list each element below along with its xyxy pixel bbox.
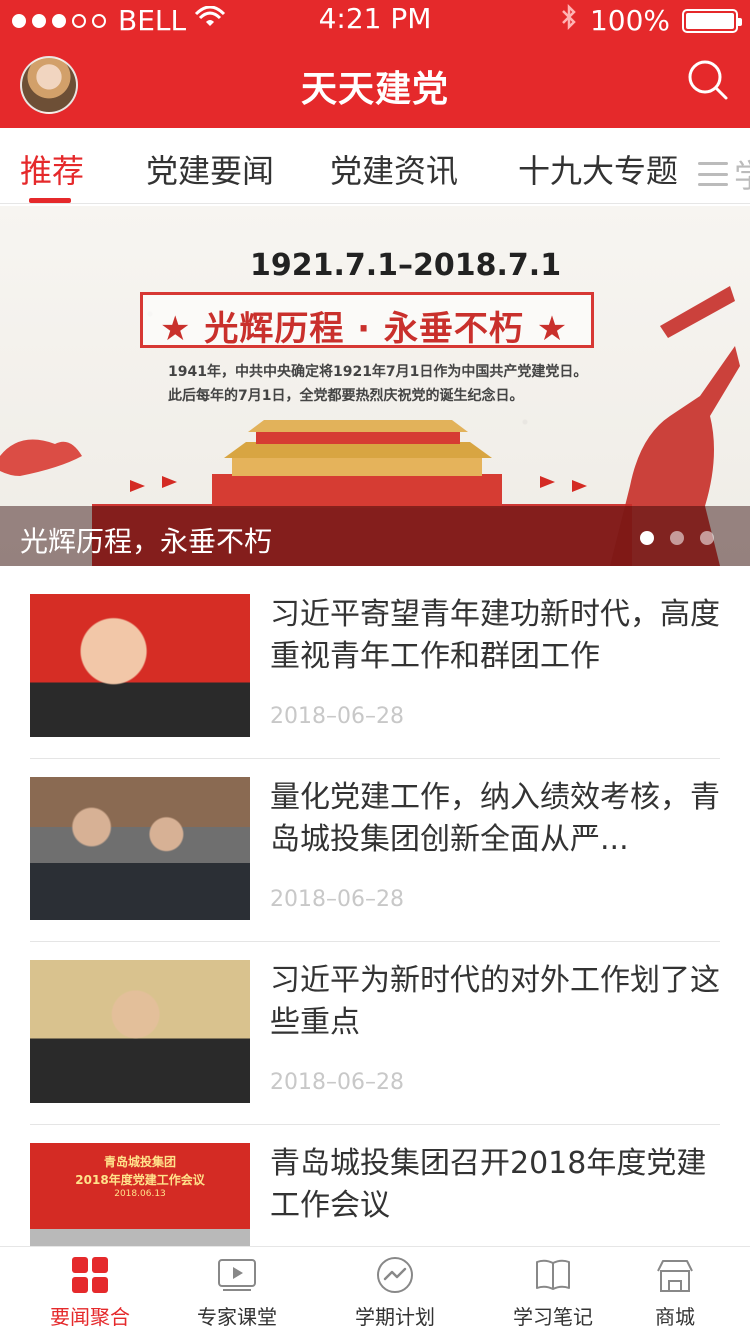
banner-paragraph: 1941年，中共中央确定将1921年7月1日作为中国共产党建党日。此后每年的7月… — [168, 364, 588, 404]
store-icon — [655, 1255, 695, 1295]
news-date: 2018–06–28 — [270, 887, 404, 912]
book-icon — [533, 1255, 573, 1295]
news-headline: 青岛城投集团召开2018年度党建工作会议 — [270, 1146, 707, 1223]
thumb-text-line1: 青岛城投集团 — [103, 1155, 176, 1169]
app-root: BELL 4:21 PM 100% 天天建党 推荐 党建要闻 党建资讯 十九大专… — [0, 0, 750, 1334]
news-item[interactable]: 习近平为新时代的对外工作划了这些重点 2018–06–28 — [30, 942, 720, 1125]
news-feed: 习近平寄望青年建功新时代，高度重视青年工作和群团工作 2018–06–28 量化… — [30, 576, 720, 1308]
news-date: 2018–06–28 — [270, 704, 404, 729]
top-header: BELL 4:21 PM 100% 天天建党 — [0, 0, 750, 128]
status-right: 100% — [560, 3, 742, 38]
menu-icon — [698, 162, 728, 186]
news-headline: 习近平为新时代的对外工作划了这些重点 — [270, 963, 720, 1040]
category-tabs: 推荐 党建要闻 党建资讯 十九大专题 — [0, 128, 750, 204]
tab-study-partial: 学 — [734, 151, 750, 197]
video-icon — [217, 1255, 257, 1295]
tab-party-info[interactable]: 党建资讯 — [330, 146, 458, 192]
pager-dot[interactable] — [670, 531, 684, 545]
news-date: 2018–06–28 — [270, 1070, 404, 1095]
pager-dot[interactable] — [640, 531, 654, 545]
pager-dot[interactable] — [700, 531, 714, 545]
trend-icon — [375, 1255, 415, 1295]
tab-label: 专家课堂 — [197, 1305, 277, 1329]
tab-label: 要闻聚合 — [50, 1305, 130, 1329]
tab-news-aggregate[interactable]: 要闻聚合 — [15, 1247, 165, 1334]
tab-recommended[interactable]: 推荐 — [20, 146, 84, 192]
hero-banner[interactable]: 1921.7.1–2018.7.1 ★ 光辉历程 · 永垂不朽 ★ 1941年，… — [0, 206, 750, 566]
search-icon[interactable] — [686, 58, 730, 102]
tab-label: 学期计划 — [355, 1305, 435, 1329]
tab-expert-class[interactable]: 专家课堂 — [162, 1247, 312, 1334]
banner-date-range: 1921.7.1–2018.7.1 — [250, 248, 562, 283]
news-thumbnail — [30, 777, 250, 920]
news-thumbnail — [30, 594, 250, 737]
tab-19th-congress[interactable]: 十九大专题 — [518, 146, 678, 192]
status-bar: BELL 4:21 PM 100% — [0, 0, 750, 40]
bluetooth-icon — [560, 3, 578, 38]
tab-label: 商城 — [655, 1305, 695, 1329]
news-headline: 量化党建工作，纳入绩效考核，青岛城投集团创新全面从严... — [270, 780, 720, 857]
page-title: 天天建党 — [300, 69, 449, 110]
thumb-text-line3: 2018.06.13 — [114, 1189, 166, 1199]
tab-active-indicator — [29, 198, 71, 203]
tab-party-news[interactable]: 党建要闻 — [146, 146, 274, 192]
news-item[interactable]: 习近平寄望青年建功新时代，高度重视青年工作和群团工作 2018–06–28 — [30, 576, 720, 759]
tab-more-button[interactable]: 学 — [698, 151, 750, 197]
thumb-text-line2: 2018年度党建工作会议 — [75, 1173, 205, 1187]
banner-caption: 光辉历程，永垂不朽 — [20, 525, 273, 558]
grid-icon — [70, 1255, 110, 1295]
battery-icon — [682, 8, 742, 33]
banner-pager — [640, 531, 714, 545]
banner-slogan: ★ 光辉历程 · 永垂不朽 ★ — [160, 309, 569, 349]
tab-store[interactable]: 商城 — [600, 1247, 750, 1334]
news-item[interactable]: 量化党建工作，纳入绩效考核，青岛城投集团创新全面从严... 2018–06–28 — [30, 759, 720, 942]
tab-semester-plan[interactable]: 学期计划 — [320, 1247, 470, 1334]
battery-percent: 100% — [589, 4, 670, 37]
navbar: 天天建党 — [0, 40, 750, 128]
news-headline: 习近平寄望青年建功新时代，高度重视青年工作和群团工作 — [270, 597, 720, 674]
news-thumbnail — [30, 960, 250, 1103]
bottom-tab-bar: 要闻聚合 专家课堂 学期计划 学习笔记 商城 — [0, 1246, 750, 1334]
